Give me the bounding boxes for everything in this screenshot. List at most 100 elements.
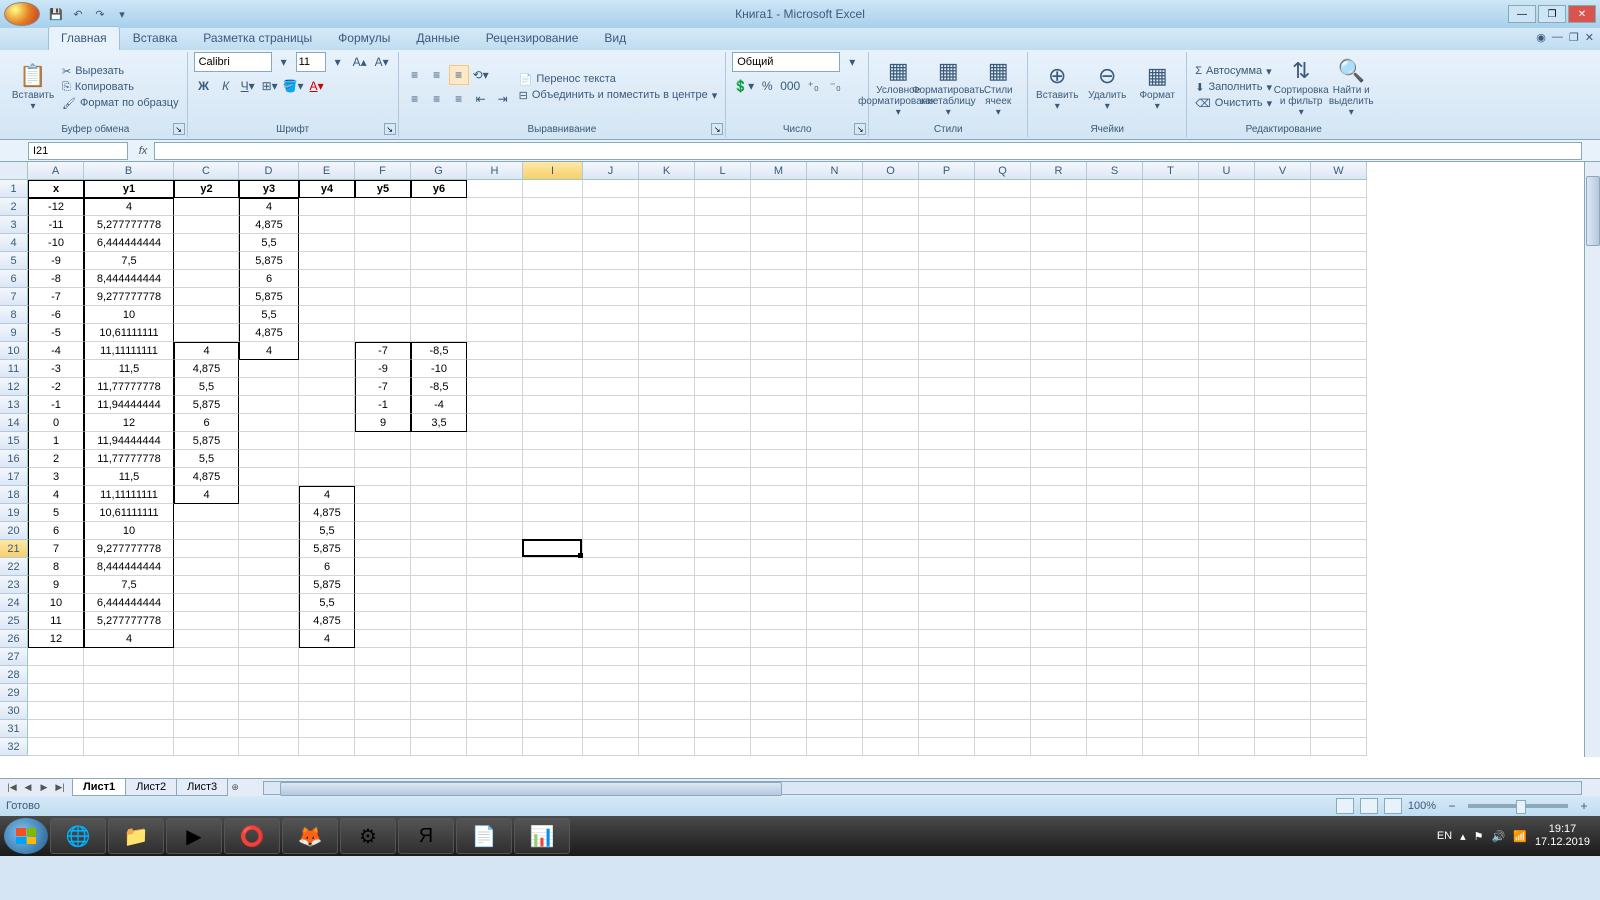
cell[interactable]: [174, 684, 239, 702]
cell[interactable]: [1255, 684, 1311, 702]
cell[interactable]: [467, 468, 523, 486]
cell[interactable]: [84, 666, 174, 684]
page-layout-view-button[interactable]: [1360, 798, 1378, 814]
cell[interactable]: [1031, 360, 1087, 378]
maximize-button[interactable]: ❐: [1538, 5, 1566, 23]
cell[interactable]: [1199, 396, 1255, 414]
cell[interactable]: [807, 234, 863, 252]
cell[interactable]: [807, 360, 863, 378]
cell[interactable]: [1087, 558, 1143, 576]
cell[interactable]: [751, 720, 807, 738]
cell[interactable]: [467, 216, 523, 234]
merge-center-button[interactable]: ⊟ Объединить и поместить в центре ▾: [517, 88, 720, 103]
cell[interactable]: [1143, 324, 1199, 342]
cell[interactable]: [751, 612, 807, 630]
cell[interactable]: [695, 738, 751, 756]
cell[interactable]: [1143, 270, 1199, 288]
cell[interactable]: [355, 270, 411, 288]
format-painter-button[interactable]: 🖌 Формат по образцу: [60, 96, 181, 111]
cell[interactable]: [919, 702, 975, 720]
normal-view-button[interactable]: [1336, 798, 1354, 814]
cell[interactable]: [1143, 288, 1199, 306]
cell[interactable]: [919, 450, 975, 468]
cell[interactable]: [639, 612, 695, 630]
cell[interactable]: [1087, 252, 1143, 270]
cell[interactable]: 11,5: [84, 360, 174, 378]
cell[interactable]: 5,875: [239, 288, 299, 306]
cell[interactable]: [467, 540, 523, 558]
cell[interactable]: y6: [411, 180, 467, 198]
cell[interactable]: [975, 396, 1031, 414]
cell[interactable]: [239, 594, 299, 612]
cell[interactable]: 11,77777778: [84, 450, 174, 468]
cell[interactable]: [639, 594, 695, 612]
cell[interactable]: [1199, 558, 1255, 576]
cell[interactable]: [751, 504, 807, 522]
cell[interactable]: -9: [28, 252, 84, 270]
row-header[interactable]: 16: [0, 450, 28, 468]
cell[interactable]: [751, 432, 807, 450]
cell[interactable]: [751, 360, 807, 378]
cell[interactable]: [751, 216, 807, 234]
cell[interactable]: [1255, 540, 1311, 558]
cell[interactable]: [299, 450, 355, 468]
cell[interactable]: [751, 486, 807, 504]
cell[interactable]: [523, 540, 583, 558]
cell[interactable]: [975, 504, 1031, 522]
cell[interactable]: [919, 594, 975, 612]
cell[interactable]: [1255, 234, 1311, 252]
cell[interactable]: [695, 576, 751, 594]
formula-input[interactable]: [154, 142, 1582, 160]
cell[interactable]: [523, 432, 583, 450]
cell[interactable]: [1199, 414, 1255, 432]
cell[interactable]: [1311, 630, 1367, 648]
cell[interactable]: [467, 648, 523, 666]
align-top-icon[interactable]: ≡: [405, 65, 425, 85]
cell[interactable]: [863, 612, 919, 630]
cell[interactable]: [1255, 180, 1311, 198]
cell[interactable]: [807, 576, 863, 594]
cell[interactable]: [411, 576, 467, 594]
cell[interactable]: [411, 720, 467, 738]
cell[interactable]: [411, 432, 467, 450]
cell[interactable]: [174, 306, 239, 324]
cell[interactable]: [807, 540, 863, 558]
cell[interactable]: 3,5: [411, 414, 467, 432]
cell[interactable]: [807, 468, 863, 486]
wrap-text-button[interactable]: 📄 Перенос текста: [517, 72, 720, 87]
cell[interactable]: [1199, 270, 1255, 288]
cell[interactable]: [919, 558, 975, 576]
cell[interactable]: [1143, 702, 1199, 720]
cell[interactable]: [1087, 738, 1143, 756]
cell[interactable]: [1311, 324, 1367, 342]
cell[interactable]: [411, 198, 467, 216]
cell[interactable]: [639, 720, 695, 738]
cell[interactable]: [355, 522, 411, 540]
cell[interactable]: [467, 360, 523, 378]
cell[interactable]: 5,5: [299, 594, 355, 612]
cell[interactable]: 5,5: [174, 378, 239, 396]
cell[interactable]: [975, 378, 1031, 396]
bold-button[interactable]: Ж: [194, 76, 214, 96]
cell[interactable]: 12: [28, 630, 84, 648]
cell[interactable]: [639, 558, 695, 576]
column-header[interactable]: K: [639, 162, 695, 180]
column-header[interactable]: N: [807, 162, 863, 180]
cell[interactable]: [807, 702, 863, 720]
cell[interactable]: [639, 252, 695, 270]
cell[interactable]: [583, 450, 639, 468]
cell[interactable]: [919, 486, 975, 504]
cell[interactable]: [1255, 702, 1311, 720]
cell[interactable]: [1311, 306, 1367, 324]
cell[interactable]: [639, 270, 695, 288]
cell[interactable]: [919, 414, 975, 432]
cell[interactable]: [1311, 342, 1367, 360]
column-header[interactable]: H: [467, 162, 523, 180]
cell[interactable]: [751, 684, 807, 702]
cell[interactable]: [523, 612, 583, 630]
cell[interactable]: [807, 684, 863, 702]
cell[interactable]: [355, 558, 411, 576]
cell[interactable]: [807, 198, 863, 216]
cell[interactable]: [1311, 288, 1367, 306]
cell[interactable]: 4,875: [239, 324, 299, 342]
